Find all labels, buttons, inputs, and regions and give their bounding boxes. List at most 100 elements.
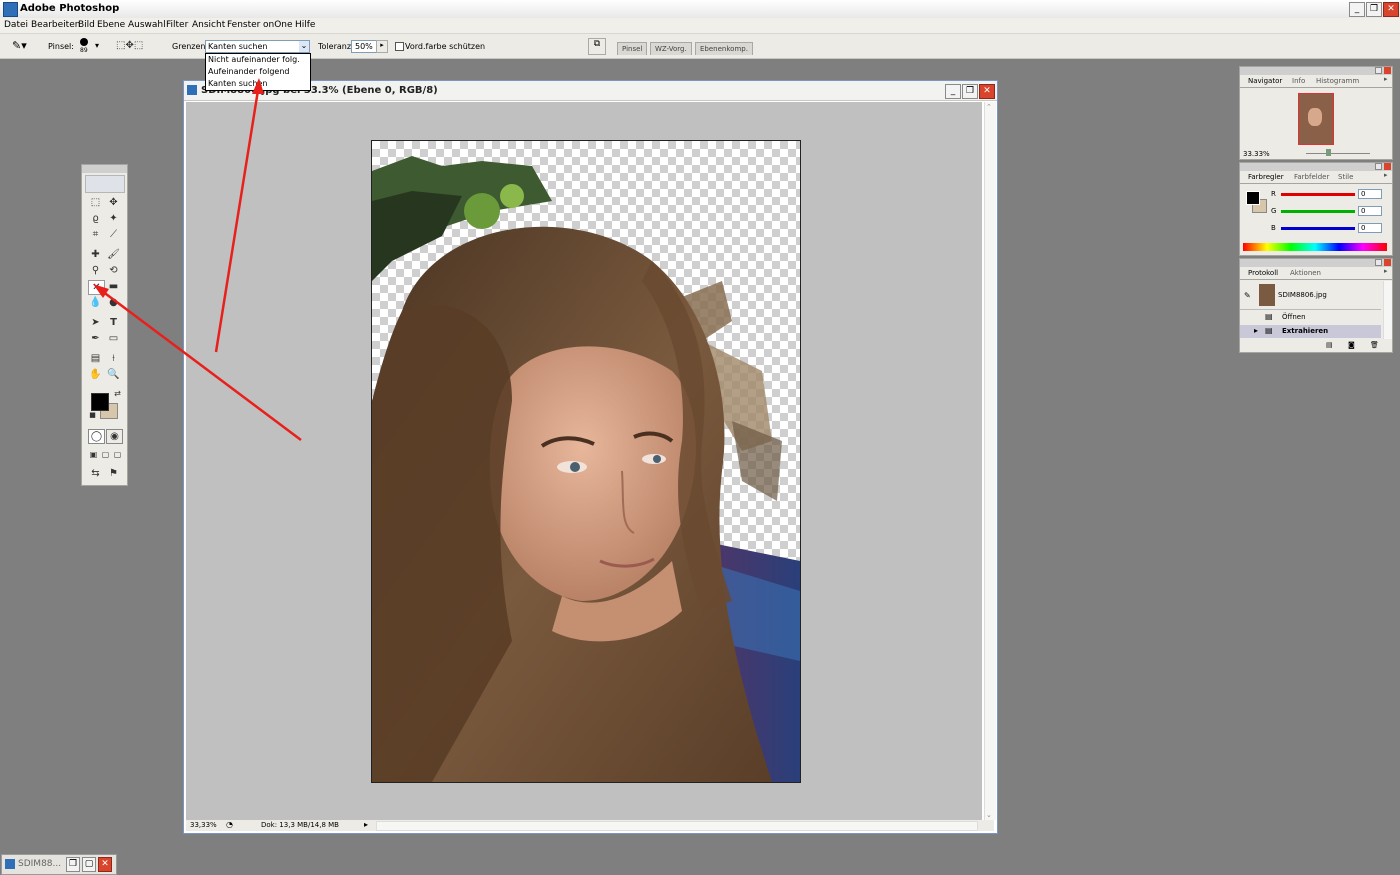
tab-farbregler[interactable]: Farbregler xyxy=(1248,173,1284,181)
type-tool-icon[interactable]: T xyxy=(106,316,121,329)
tab-info[interactable]: Info xyxy=(1292,77,1305,85)
menu-ebene[interactable]: Ebene xyxy=(97,20,125,30)
history-step-oeffnen[interactable]: ▤ Öffnen xyxy=(1240,311,1381,324)
new-document-from-state-icon[interactable]: ▤ xyxy=(1326,341,1333,349)
hand-tool-icon[interactable]: ✋ xyxy=(88,368,103,381)
trash-icon[interactable]: 🗑 xyxy=(1370,341,1379,349)
panel-menu-icon[interactable]: ▸ xyxy=(1384,75,1388,83)
blur-tool-icon[interactable]: 💧 xyxy=(88,296,103,309)
borders-option-aufeinander[interactable]: Aufeinander folgend xyxy=(206,66,310,78)
navigator-slider-thumb[interactable] xyxy=(1326,149,1331,156)
color-panel-grip[interactable] xyxy=(1240,163,1392,171)
tab-histogramm[interactable]: Histogramm xyxy=(1316,77,1359,85)
chevron-down-icon[interactable]: ⌄ xyxy=(299,41,309,52)
navigator-zoom-value[interactable]: 33.33% xyxy=(1243,150,1270,158)
eraser-tool-icon[interactable]: ✕ xyxy=(88,280,105,295)
scroll-up-icon[interactable]: ⌃ xyxy=(986,103,992,111)
channel-g-slider[interactable] xyxy=(1281,210,1355,213)
toolbox-grip[interactable] xyxy=(82,165,127,173)
color-fg-swatch[interactable] xyxy=(1246,191,1260,205)
gradient-tool-icon[interactable]: ▬ xyxy=(106,280,121,293)
menu-fenster[interactable]: Fenster xyxy=(227,20,260,30)
dodge-tool-icon[interactable]: ● xyxy=(106,296,121,309)
brush-dropdown-icon[interactable]: ▾ xyxy=(95,41,99,50)
imageready-icon[interactable]: ⇆ xyxy=(88,467,103,480)
scroll-down-icon[interactable]: ⌄ xyxy=(986,811,992,819)
color-minimize-button[interactable] xyxy=(1375,163,1382,170)
healing-brush-icon[interactable]: ✚ xyxy=(88,248,103,261)
channel-b-input[interactable]: 0 xyxy=(1358,223,1382,233)
menu-onone[interactable]: onOne xyxy=(263,20,293,30)
menu-filter[interactable]: Filter xyxy=(166,20,188,30)
channel-b-slider[interactable] xyxy=(1281,227,1355,230)
status-menu-arrow-icon[interactable]: ▸ xyxy=(364,820,368,829)
pen-tool-icon[interactable]: ✒ xyxy=(88,332,103,345)
navigator-close-button[interactable] xyxy=(1384,67,1391,74)
history-panel-menu-icon[interactable]: ▸ xyxy=(1384,267,1388,275)
channel-r-input[interactable]: 0 xyxy=(1358,189,1382,199)
eyedropper-icon[interactable]: ⟊ xyxy=(106,352,121,365)
palette-tab-ebenenkomp[interactable]: Ebenenkomp. xyxy=(695,42,753,55)
tab-navigator[interactable]: Navigator xyxy=(1248,77,1282,85)
palette-tab-wz-vorg[interactable]: WZ-Vorg. xyxy=(650,42,692,55)
screen-mode-full-icon[interactable]: ▢ xyxy=(110,448,125,461)
extract-tool-icon[interactable]: ✎▾ xyxy=(12,39,30,53)
minimized-document-tab[interactable]: SDIM88... ❐ ▢ ✕ xyxy=(1,854,117,875)
navigator-zoom-slider[interactable] xyxy=(1306,153,1370,154)
history-brush-icon[interactable]: ⟲ xyxy=(106,264,121,277)
menu-hilfe[interactable]: Hilfe xyxy=(295,20,315,30)
history-panel-grip[interactable] xyxy=(1240,259,1392,267)
tab-farbfelder[interactable]: Farbfelder xyxy=(1294,173,1329,181)
history-snapshot-row[interactable]: ✎ SDIM8806.jpg xyxy=(1240,281,1381,310)
menu-auswahl[interactable]: Auswahl xyxy=(128,20,166,30)
palette-tab-pinsel[interactable]: Pinsel xyxy=(617,42,648,55)
tolerance-input[interactable]: 50% xyxy=(351,40,377,53)
tolerance-slider-arrow-icon[interactable]: ▸ xyxy=(376,40,388,53)
borders-select[interactable]: Kanten suchen ⌄ xyxy=(205,40,310,53)
channel-g-input[interactable]: 0 xyxy=(1358,206,1382,216)
history-step-extrahieren[interactable]: ▸ ▤ Extrahieren xyxy=(1240,325,1381,338)
snapshot-brush-icon[interactable]: ✎ xyxy=(1244,291,1251,300)
history-close-button[interactable] xyxy=(1384,259,1391,266)
horizontal-scrollbar[interactable] xyxy=(376,821,978,831)
notes-tool-icon[interactable]: ▤ xyxy=(88,352,103,365)
restore-button[interactable]: ❐ xyxy=(66,857,80,872)
borders-option-nicht-aufeinander[interactable]: Nicht aufeinander folg. xyxy=(206,54,310,66)
zoom-tool-icon[interactable]: 🔍 xyxy=(106,368,121,381)
status-info-icon[interactable]: ◔ xyxy=(226,820,233,829)
channel-r-slider[interactable] xyxy=(1281,193,1355,196)
quick-mask-icon[interactable]: ◉ xyxy=(106,429,123,444)
brush-preview-icon[interactable] xyxy=(80,38,88,46)
brush-tool-icon[interactable]: 🖌 xyxy=(106,248,121,261)
protect-fg-checkbox[interactable] xyxy=(395,42,404,51)
history-minimize-button[interactable] xyxy=(1375,259,1382,266)
zoom-field[interactable]: 33,33% xyxy=(190,821,217,829)
photo-canvas[interactable] xyxy=(371,140,801,783)
menu-bild[interactable]: Bild xyxy=(78,20,95,30)
shape-tool-icon[interactable]: ▭ xyxy=(106,332,121,345)
close-button[interactable]: ✕ xyxy=(1383,2,1399,17)
tab-stile[interactable]: Stile xyxy=(1338,173,1353,181)
menu-ansicht[interactable]: Ansicht xyxy=(192,20,225,30)
vertical-scrollbar[interactable]: ⌃ ⌄ xyxy=(984,102,996,820)
marquee-tool-icon[interactable]: ⬚ xyxy=(88,196,103,209)
minimize-button[interactable]: _ xyxy=(1349,2,1365,17)
close-small-button[interactable]: ✕ xyxy=(98,857,112,872)
file-browser-icon[interactable]: ⧉ xyxy=(588,38,606,55)
slice-tool-icon[interactable]: ⟋ xyxy=(106,228,121,241)
navigator-thumbnail[interactable] xyxy=(1298,93,1334,145)
navigator-minimize-button[interactable] xyxy=(1375,67,1382,74)
canvas-area[interactable] xyxy=(186,102,982,820)
color-close-button[interactable] xyxy=(1384,163,1391,170)
menu-bearbeiten[interactable]: Bearbeiten xyxy=(31,20,80,30)
new-snapshot-icon[interactable]: ◙ xyxy=(1348,341,1355,349)
doc-minimize-button[interactable]: _ xyxy=(945,84,961,99)
default-colors-icon[interactable]: ■ xyxy=(85,409,100,422)
clone-stamp-icon[interactable]: ⚲ xyxy=(88,264,103,277)
color-panel-menu-icon[interactable]: ▸ xyxy=(1384,171,1388,179)
jump-to-imageready-icon[interactable]: ⚑ xyxy=(106,467,121,480)
borders-option-kanten-suchen[interactable]: Kanten suchen xyxy=(206,78,310,90)
doc-close-button[interactable]: ✕ xyxy=(979,84,995,99)
tab-aktionen[interactable]: Aktionen xyxy=(1290,269,1321,277)
crop-tool-icon[interactable]: ⌗ xyxy=(88,228,103,241)
